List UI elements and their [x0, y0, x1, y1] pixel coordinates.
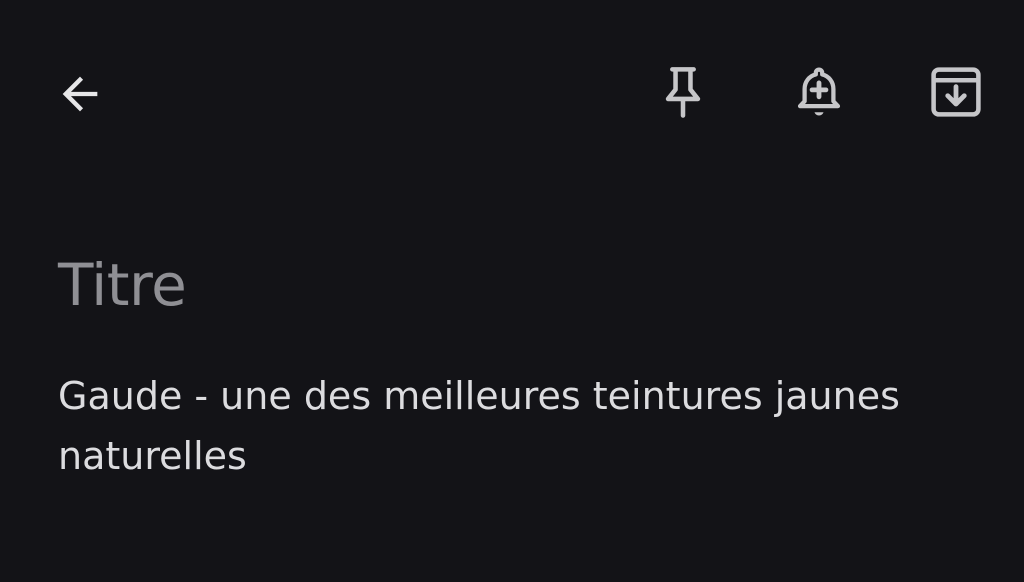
reminder-button[interactable] [787, 60, 851, 124]
archive-button[interactable] [924, 60, 988, 124]
note-title-field[interactable]: Titre [58, 248, 958, 322]
bell-plus-icon [797, 67, 841, 116]
note-editor-screen: Titre Gaude - une des meilleures teintur… [0, 0, 1024, 582]
pin-button[interactable] [651, 60, 715, 124]
archive-icon [931, 67, 981, 117]
arrow-left-icon [62, 76, 98, 112]
pin-icon [665, 67, 701, 118]
note-body-field[interactable]: Gaude - une des meilleures teintures jau… [58, 366, 978, 486]
back-button[interactable] [48, 62, 112, 126]
